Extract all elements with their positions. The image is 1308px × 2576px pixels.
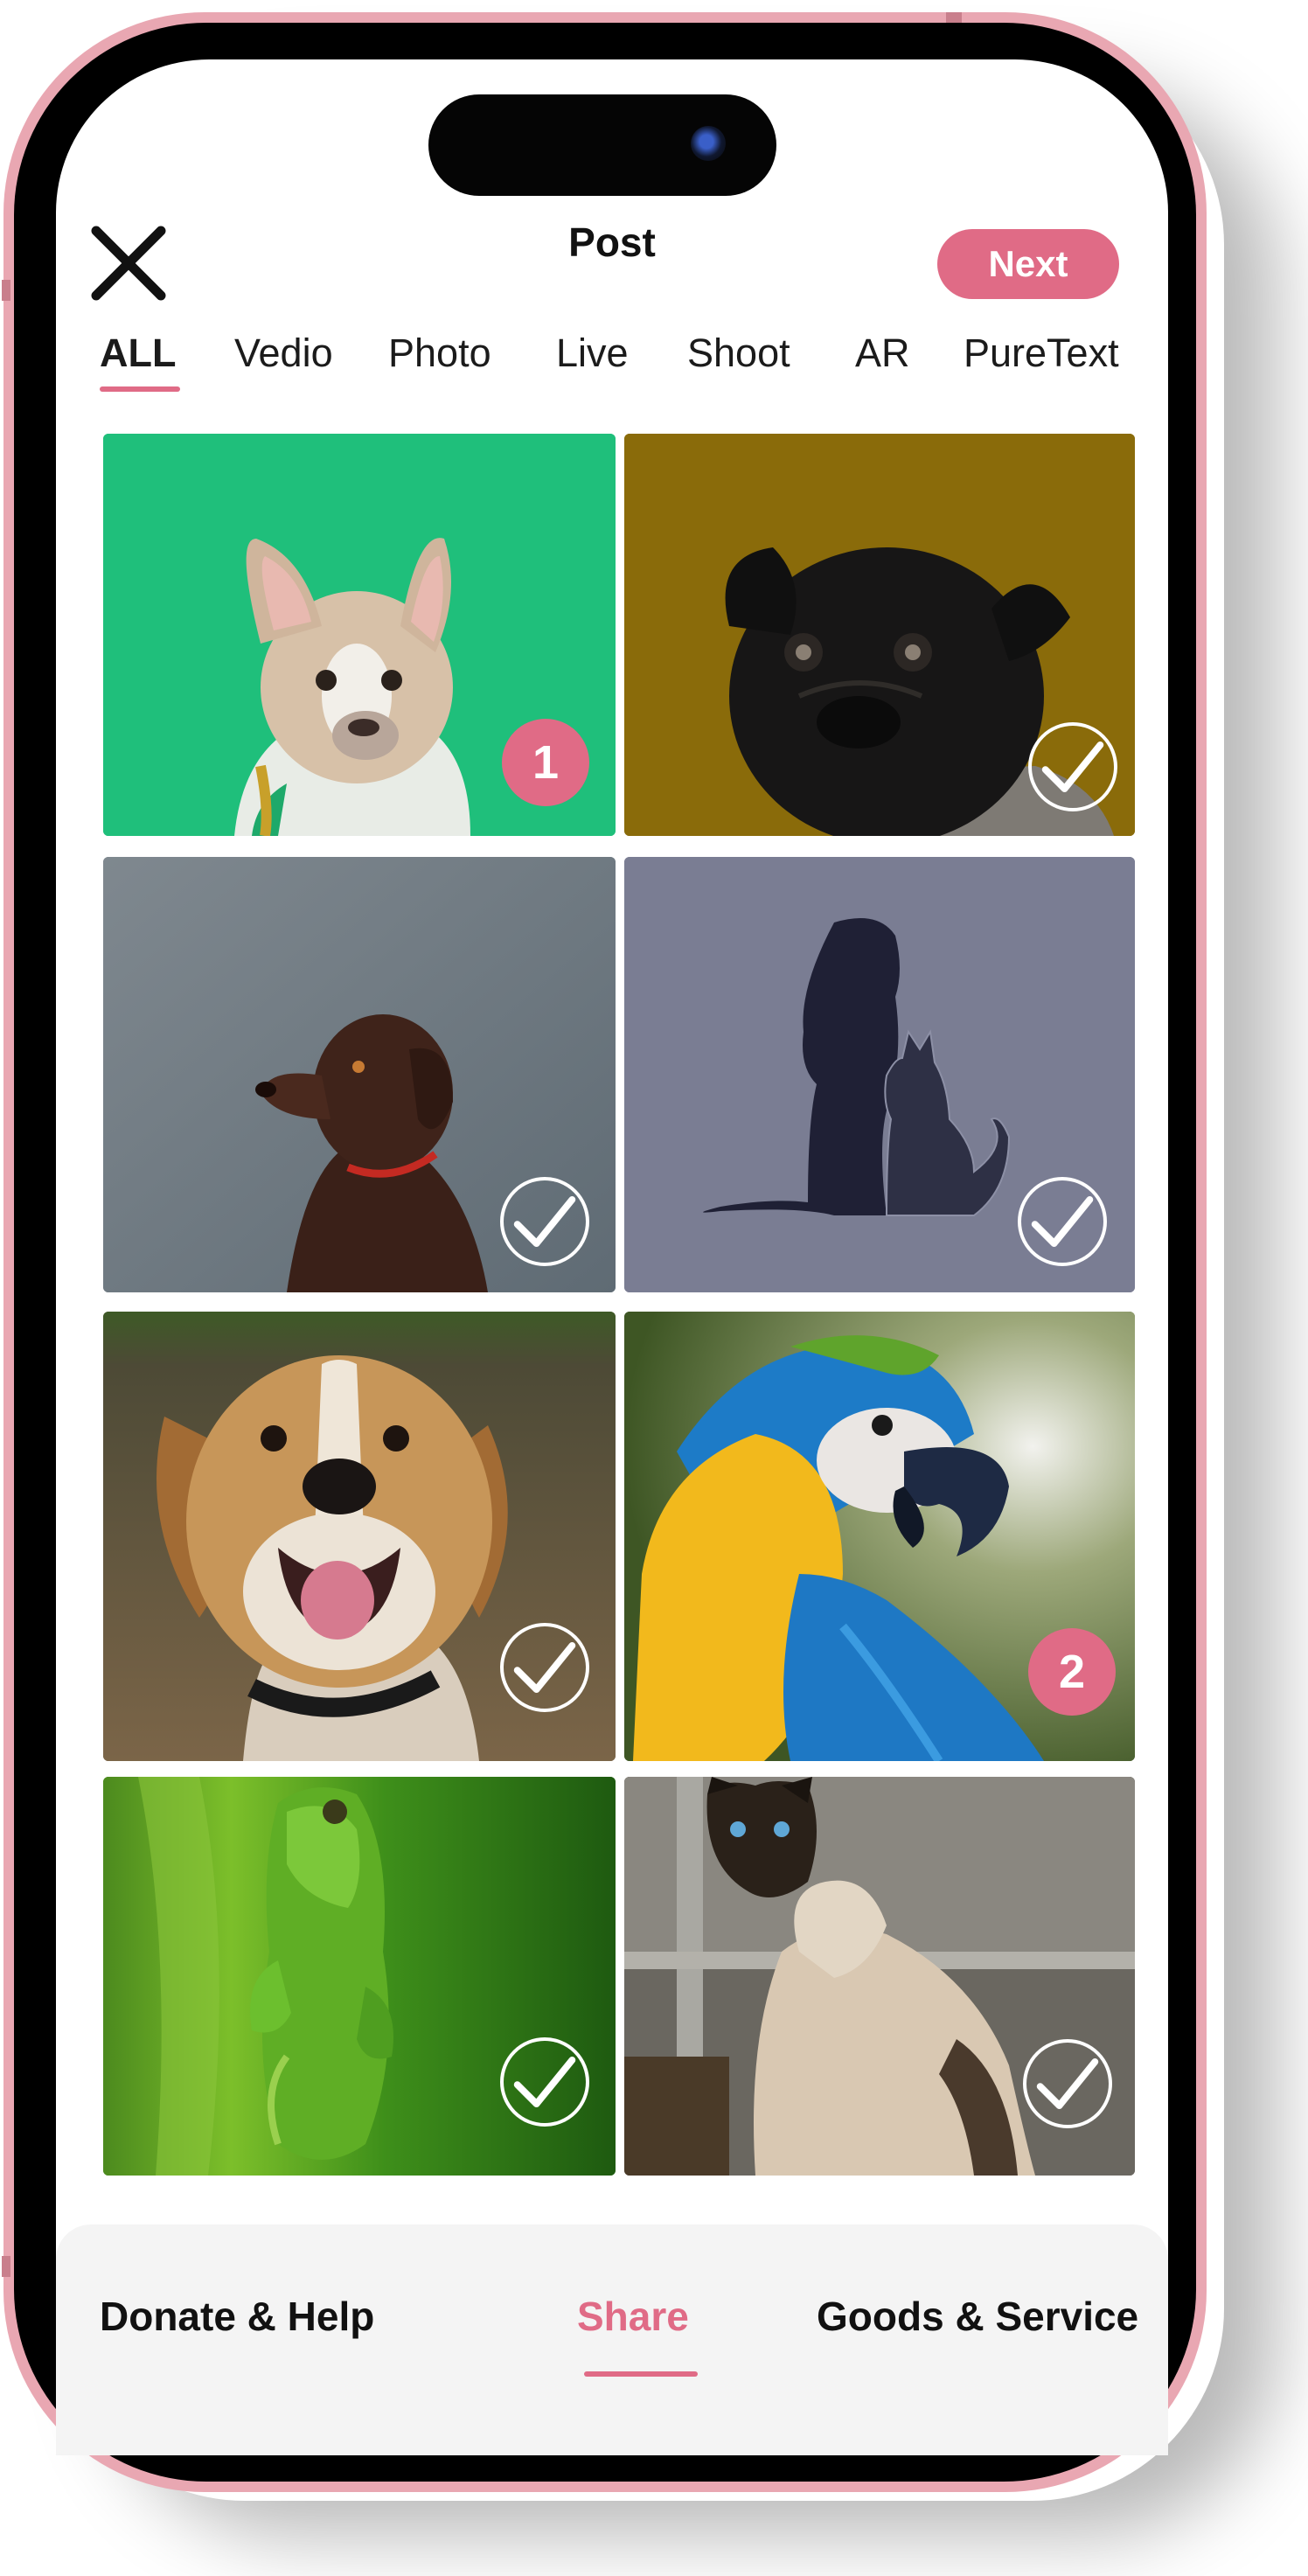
- tab-shoot[interactable]: Shoot: [687, 331, 790, 376]
- nav-donate-help[interactable]: Donate & Help: [100, 2293, 374, 2340]
- active-tab-indicator: [100, 386, 180, 392]
- active-nav-indicator: [584, 2371, 698, 2377]
- selection-check-icon[interactable]: [500, 1623, 589, 1712]
- tab-live[interactable]: Live: [556, 331, 629, 376]
- selection-check-icon[interactable]: [500, 2037, 589, 2127]
- media-type-tabs: ALL Vedio Photo Live Shoot AR PureText: [0, 331, 1308, 400]
- side-button: [2, 280, 10, 301]
- camera-icon: [691, 126, 726, 161]
- close-icon[interactable]: [91, 226, 166, 301]
- photo-tile-pug[interactable]: [624, 434, 1135, 836]
- page-title: Post: [568, 219, 656, 265]
- nav-goods-service[interactable]: Goods & Service: [817, 2293, 1138, 2340]
- tab-ar[interactable]: AR: [855, 331, 910, 376]
- photo-tile-frog[interactable]: [103, 1777, 616, 2176]
- selection-order-badge[interactable]: 2: [1028, 1628, 1116, 1716]
- photo-tile-french-bulldog[interactable]: 1: [103, 434, 616, 836]
- photo-tile-macaw[interactable]: 2: [624, 1312, 1135, 1761]
- photo-tile-beagle[interactable]: [103, 1312, 616, 1761]
- next-button[interactable]: Next: [937, 229, 1119, 299]
- bottom-nav-bar: [56, 2224, 1168, 2455]
- tab-photo[interactable]: Photo: [388, 331, 491, 376]
- selection-check-icon[interactable]: [1018, 1177, 1107, 1266]
- tab-all[interactable]: ALL: [100, 331, 176, 376]
- photo-tile-siamese-cat[interactable]: [624, 1777, 1135, 2176]
- selection-check-icon[interactable]: [1028, 722, 1117, 811]
- nav-share[interactable]: Share: [577, 2293, 689, 2340]
- selection-order-badge[interactable]: 1: [502, 719, 589, 806]
- tab-puretext[interactable]: PureText: [964, 331, 1119, 376]
- photo-tile-dog-cat-silhouette[interactable]: [624, 857, 1135, 1292]
- side-button: [2, 2256, 10, 2277]
- photo-tile-chocolate-labrador[interactable]: [103, 857, 616, 1292]
- tab-vedio[interactable]: Vedio: [234, 331, 333, 376]
- selection-check-icon[interactable]: [1023, 2039, 1112, 2128]
- selection-check-icon[interactable]: [500, 1177, 589, 1266]
